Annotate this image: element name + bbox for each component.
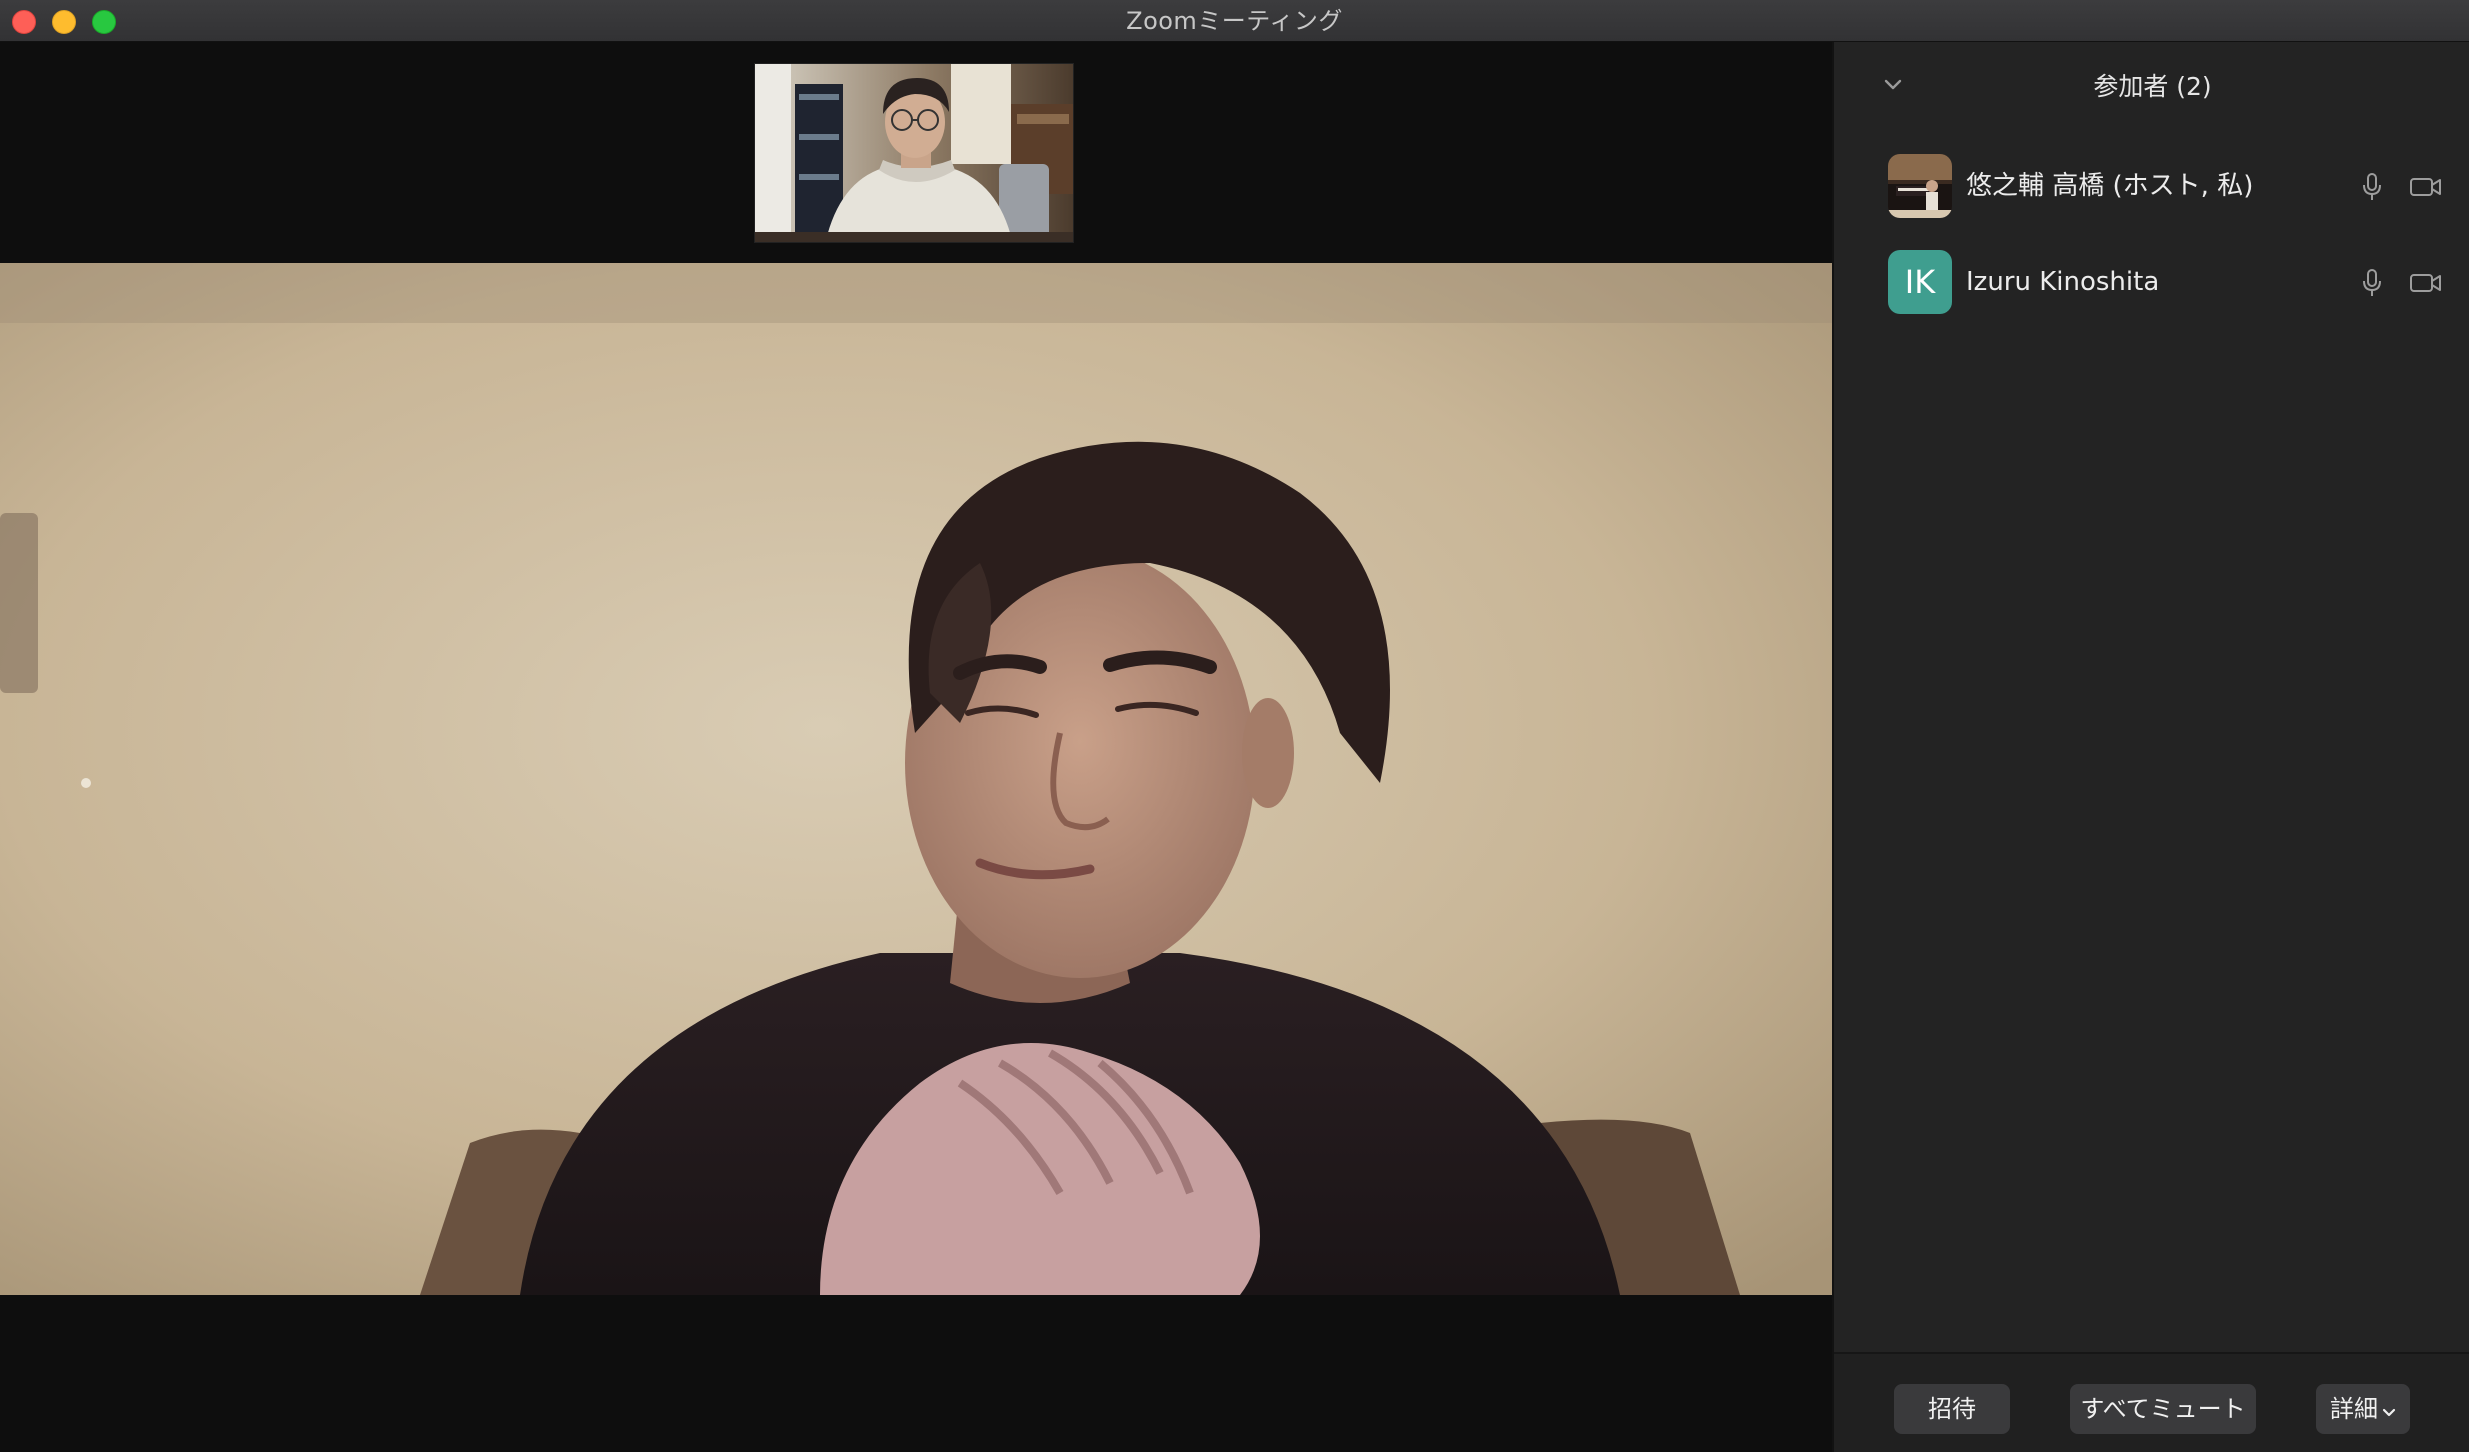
participant-video-button[interactable] xyxy=(2408,265,2444,301)
participant-name: Izuru Kinoshita xyxy=(1966,267,2160,297)
main-speaker-video[interactable] xyxy=(0,263,1832,1295)
participant-row[interactable]: IK Izuru Kinoshita xyxy=(1834,238,2469,326)
self-video-image xyxy=(755,64,1073,242)
video-camera-icon xyxy=(2410,274,2441,292)
participants-panel-footer: 招待 すべてミュート 詳細 xyxy=(1834,1352,2469,1452)
mute-all-button[interactable]: すべてミュート xyxy=(2070,1384,2256,1434)
self-video-thumbnail[interactable] xyxy=(754,63,1074,243)
title-bar: Zoomミーティング xyxy=(0,0,2469,42)
more-options-label: 詳細 xyxy=(2330,1395,2378,1423)
participant-video-button[interactable] xyxy=(2408,169,2444,205)
avatar-photo xyxy=(1888,154,1952,218)
avatar: IK xyxy=(1888,250,1952,314)
window-title: Zoomミーティング xyxy=(1126,7,1343,35)
chevron-down-icon xyxy=(2382,1385,2396,1435)
participant-row[interactable]: 悠之輔 高橋 (ホスト, 私) xyxy=(1834,142,2469,230)
participants-panel-header: 参加者 (2) xyxy=(1834,42,2469,132)
video-camera-icon xyxy=(2410,178,2441,196)
participant-mic-button[interactable] xyxy=(2354,265,2390,301)
video-area xyxy=(0,42,1832,1452)
mic-icon xyxy=(2363,173,2381,200)
invite-button[interactable]: 招待 xyxy=(1894,1384,2010,1434)
participant-name: 悠之輔 高橋 (ホスト, 私) xyxy=(1966,171,2254,201)
participants-panel-title: 参加者 (2) xyxy=(2093,72,2212,101)
avatar xyxy=(1888,154,1952,218)
more-options-button[interactable]: 詳細 xyxy=(2316,1384,2410,1434)
speaker-video-image xyxy=(0,263,1832,1295)
participants-panel: 参加者 (2) 悠之輔 高橋 (ホスト, 私) IK Izuru Kinoshi… xyxy=(1832,42,2469,1452)
mic-icon xyxy=(2363,269,2381,296)
participant-mic-button[interactable] xyxy=(2354,169,2390,205)
